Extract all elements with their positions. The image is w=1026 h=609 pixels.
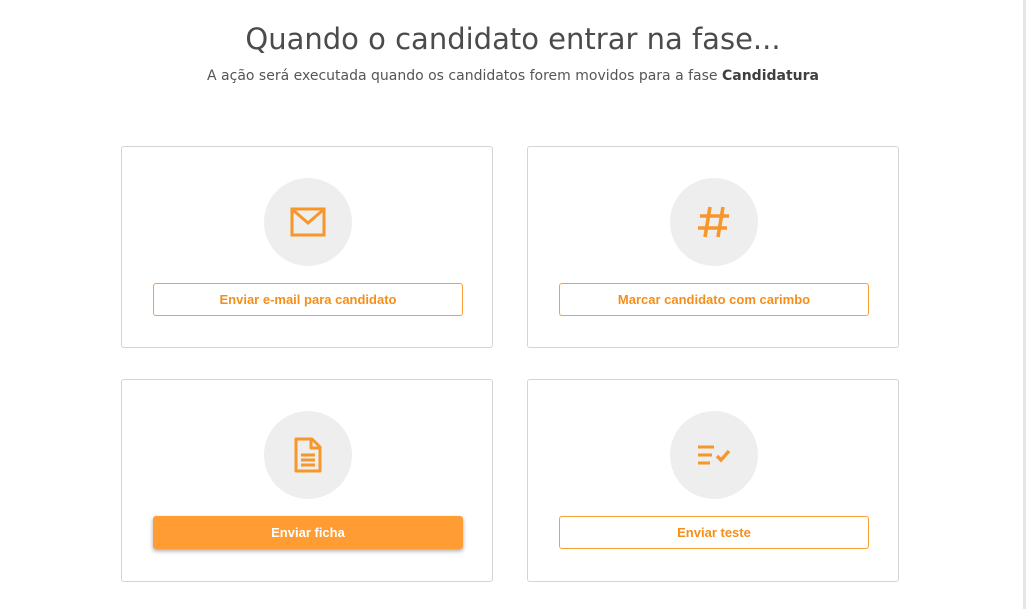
send-form-button[interactable]: Enviar ficha [153, 516, 463, 549]
action-card-form: Enviar ficha [121, 379, 493, 582]
checklist-icon [698, 445, 731, 465]
send-email-button[interactable]: Enviar e-mail para candidato [153, 283, 463, 316]
icon-circle [264, 411, 352, 499]
hash-icon [698, 206, 729, 238]
send-test-button[interactable]: Enviar teste [559, 516, 869, 549]
page-title: Quando o candidato entrar na fase... [245, 22, 781, 56]
document-icon [294, 437, 322, 473]
subtitle-text: A ação será executada quando os candidat… [207, 68, 722, 84]
stamp-candidate-button[interactable]: Marcar candidato com carimbo [559, 283, 869, 316]
action-card-test: Enviar teste [527, 379, 899, 582]
icon-circle [670, 178, 758, 266]
phase-name: Candidatura [721, 68, 819, 84]
action-card-email: Enviar e-mail para candidato [121, 146, 493, 348]
icon-circle [670, 411, 758, 499]
icon-circle [264, 178, 352, 266]
action-card-stamp: Marcar candidato com carimbo [527, 146, 899, 348]
envelope-icon [290, 207, 326, 237]
page-subtitle: A ação será executada quando os candidat… [0, 68, 1026, 84]
